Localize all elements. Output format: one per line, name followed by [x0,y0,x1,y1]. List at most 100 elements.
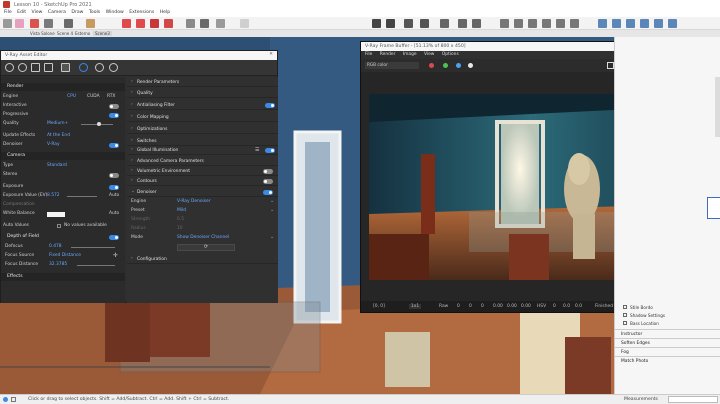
advanced-camera-header[interactable]: › Advanced Camera Parameters [127,156,278,166]
progressive-toggle[interactable] [109,113,119,118]
camera-section-header[interactable]: Camera [1,152,125,160]
denoiser-update-button[interactable]: ⟳ [177,244,235,251]
materials-icon[interactable] [5,63,14,72]
vray-sphere-light-icon[interactable] [440,19,449,28]
view-iso-icon[interactable] [514,19,523,28]
exposure-toggle[interactable] [109,185,119,190]
denoiser-engine-value[interactable]: V-Ray Denoiser [177,199,211,206]
textures-icon[interactable] [61,63,70,72]
menu-help[interactable]: Help [160,10,170,15]
fb-menu-file[interactable]: File [365,52,372,57]
denoiser-value[interactable]: V-Ray [47,142,60,149]
render-teapot-icon[interactable] [95,63,104,72]
denoiser-section-header[interactable]: ⌄ Denoiser [127,187,278,197]
style-option-shadows[interactable]: Shadow Settings [623,313,713,321]
chevron-down-icon[interactable]: ⌄ [270,234,274,240]
style-xray-icon[interactable] [598,19,607,28]
scene-tab-scene-4[interactable]: Scene 4 [57,31,73,36]
fb-menu-view[interactable]: View [424,52,434,57]
vray-lights-icon[interactable] [420,19,429,28]
view-home-icon[interactable] [528,19,537,28]
exposure-value[interactable]: 8.572 [47,193,60,200]
tray-instructor[interactable]: Instructor [615,329,720,338]
mono-channel-icon[interactable] [468,63,473,68]
red-channel-icon[interactable] [429,63,434,68]
camera-type-value[interactable]: Standard [47,163,67,170]
render-section-header[interactable]: Render [1,83,125,91]
asset-editor-title-bar[interactable]: V-Ray Asset Editor ✕ [1,51,277,60]
style-shaded-icon[interactable] [640,19,649,28]
view-front-icon[interactable] [542,19,551,28]
channel-select[interactable]: RGB color [365,62,419,69]
engine-rtx-option[interactable]: RTX [107,94,115,101]
denoiser-preset-value[interactable]: Mild [177,208,186,215]
axes-tool-icon[interactable] [216,19,225,28]
close-icon[interactable]: ✕ [269,52,273,57]
interactive-teapot-icon[interactable] [109,63,118,72]
pencil-tool-icon[interactable] [30,19,39,28]
arc-tool-icon[interactable] [64,19,73,28]
defocus-slider[interactable] [71,247,115,248]
offset-tool-icon[interactable] [164,19,173,28]
denoiser-mode-value[interactable]: Show Denoiser Channel [177,235,229,242]
sampling-mode-select[interactable]: 1x1 [409,304,422,309]
camera-tool-icon[interactable] [500,19,509,28]
measurements-input[interactable] [668,396,718,403]
geometry-icon[interactable] [31,63,40,72]
settings-icon[interactable] [79,63,88,72]
fb-menu-render[interactable]: Render [380,52,396,57]
shape-tool-icon[interactable] [44,19,53,28]
interactive-toggle[interactable] [109,104,119,109]
move-tool-icon[interactable] [122,19,131,28]
white-balance-auto-label[interactable]: Auto [109,211,119,218]
view-back-icon[interactable] [570,19,579,28]
stereo-toggle[interactable] [109,173,119,178]
defocus-value[interactable]: 0.478 [49,244,62,251]
eraser-tool-icon[interactable] [15,19,24,28]
configuration-header[interactable]: › Configuration [127,254,278,264]
lights-icon[interactable] [18,63,27,72]
vray-interactive-icon[interactable] [386,19,395,28]
auto-values-checkbox[interactable] [57,224,61,228]
focus-distance-value[interactable]: 32.3785 [49,262,67,269]
scale-tool-icon[interactable] [150,19,159,28]
save-image-icon[interactable] [607,62,614,69]
menu-tools[interactable]: Tools [89,10,100,15]
crosshair-icon[interactable]: ✛ [113,252,118,259]
style-hidden-line-icon[interactable] [626,19,635,28]
white-balance-swatch[interactable] [47,212,65,217]
color-swatch[interactable] [707,197,720,219]
effects-section-header[interactable]: Effects [1,273,125,281]
depth-of-field-toggle[interactable] [109,235,119,240]
footprint-icon[interactable] [472,19,481,28]
render-elements-icon[interactable] [44,63,53,72]
fb-menu-options[interactable]: Options [442,52,459,57]
vray-frame-buffer-icon[interactable] [404,19,413,28]
denoiser-toggle[interactable] [109,143,119,148]
focus-source-value[interactable]: Fixed Distance [49,253,81,260]
menu-view[interactable]: View [32,10,43,15]
menu-window[interactable]: Window [106,10,124,15]
style-monochrome-icon[interactable] [668,19,677,28]
info-icon[interactable] [3,397,8,402]
tray-soften-edges[interactable]: Soften Edges [615,338,720,347]
menu-edit[interactable]: Edit [17,10,26,15]
fb-menu-image[interactable]: Image [403,52,417,57]
volumetric-environment-toggle[interactable] [263,169,273,174]
volumetric-environment-header[interactable]: › Volumetric Environment [127,166,278,176]
focus-distance-slider[interactable] [77,265,115,266]
color-mapping-header[interactable]: › Color Mapping [127,112,278,122]
optimizations-header[interactable]: › Optimizations [127,124,278,134]
chevron-down-icon[interactable]: ⌄ [270,207,274,213]
tape-measure-icon[interactable] [186,19,195,28]
update-effects-value[interactable]: At the End [47,133,70,140]
scene-tab-vista-salone[interactable]: Vista Salone [30,31,55,36]
antialiasing-toggle[interactable] [265,103,275,108]
select-tool-icon[interactable] [3,19,12,28]
tray-match-photo[interactable]: Match Photo [615,356,720,365]
style-option-location[interactable]: Bass Location [623,321,713,329]
geo-location-icon[interactable] [11,397,16,402]
render-parameters-header[interactable]: › Render Parameters [127,77,278,87]
contours-toggle[interactable] [263,179,273,184]
walk-tool-icon[interactable] [458,19,467,28]
